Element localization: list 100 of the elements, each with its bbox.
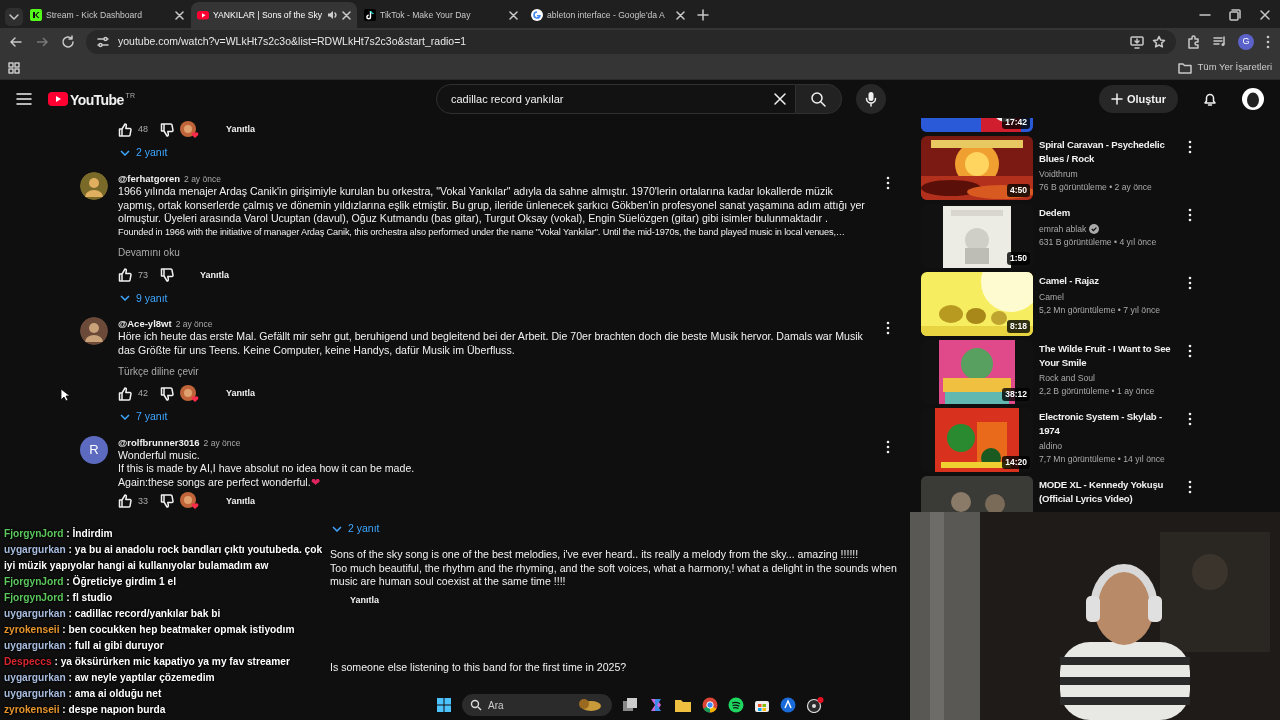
more-icon[interactable] xyxy=(1264,34,1272,50)
more-icon[interactable] xyxy=(1187,480,1193,494)
search-box[interactable]: cadillac record yankılar xyxy=(435,84,796,114)
like-count: 42 xyxy=(138,386,148,400)
reply-button[interactable]: Yanıtla xyxy=(194,267,236,284)
avatar-icon[interactable] xyxy=(80,172,108,200)
chevron-down-icon xyxy=(120,295,130,302)
puzzle-icon[interactable] xyxy=(1186,34,1202,50)
translate-link[interactable]: Türkçe diline çevir xyxy=(118,363,199,379)
dislike-icon[interactable] xyxy=(160,386,174,401)
video-meta: 5,2 Mn görüntüleme • 7 yıl önce xyxy=(1039,303,1161,317)
profile-avatar[interactable]: G xyxy=(1238,34,1254,50)
plus-icon xyxy=(1110,93,1123,105)
create-button[interactable]: Oluştur xyxy=(1098,85,1178,113)
video-title[interactable]: The Wilde Fruit - I Want to See Your Smile xyxy=(1039,342,1174,369)
speaker-icon[interactable] xyxy=(326,9,338,21)
close-icon[interactable] xyxy=(175,10,184,20)
comment-text: Wonderful music. xyxy=(118,448,201,463)
video-meta: 2,2 B görüntüleme • 1 ay önce xyxy=(1039,385,1156,398)
video-title[interactable]: Spiral Caravan - Psychedelic Blues / Rock xyxy=(1039,138,1174,165)
browser-tab[interactable]: Stream - Kick Dashboard xyxy=(24,2,190,28)
star-icon[interactable] xyxy=(1152,35,1166,49)
channel-name[interactable]: Camel xyxy=(1039,290,1064,304)
replies-toggle[interactable]: 2 yanıt xyxy=(330,518,380,540)
windows-icon[interactable] xyxy=(436,697,452,713)
read-more-link[interactable]: Devamını oku xyxy=(118,245,180,261)
comment-author[interactable]: @rolfbrunner3016 xyxy=(118,435,200,450)
search-field[interactable]: cadillac record yankılar xyxy=(448,89,773,109)
more-icon[interactable] xyxy=(1187,344,1193,358)
more-icon[interactable] xyxy=(1187,412,1193,426)
task-view-icon[interactable] xyxy=(622,697,638,713)
channel-name[interactable]: emrah ablak xyxy=(1039,222,1087,236)
channel-name[interactable]: Rock and Soul xyxy=(1039,372,1095,385)
chat-message: FjorgynJord : Öğreticiye girdim 1 el xyxy=(4,574,178,589)
note-logo-icon xyxy=(364,9,376,21)
taskbar-search[interactable]: Ara xyxy=(462,694,612,716)
video-duration: 14:20 xyxy=(1002,456,1030,469)
more-icon[interactable] xyxy=(885,321,891,336)
reply-button[interactable]: Yanıtla xyxy=(220,385,262,402)
install-icon[interactable] xyxy=(1130,35,1144,49)
address-bar[interactable]: youtube.com/watch?v=WLkHt7s2c3o&list=RDWLkHt7s2c3o&start_radio=1 xyxy=(86,30,1176,54)
apps-grid-icon[interactable] xyxy=(8,61,20,74)
close-icon[interactable] xyxy=(509,10,518,20)
browser-tab[interactable]: ableton interface - Google'da A xyxy=(525,2,691,28)
browser-tab[interactable]: TikTok - Make Your Day xyxy=(358,2,524,28)
search-button[interactable] xyxy=(795,84,842,114)
dislike-icon[interactable] xyxy=(160,268,174,283)
mic-button[interactable] xyxy=(855,84,886,114)
video-duration: 17:42 xyxy=(1002,118,1030,129)
app-icon[interactable] xyxy=(780,697,796,713)
folder-icon[interactable] xyxy=(674,697,692,713)
replies-toggle[interactable]: 7 yanıt xyxy=(118,405,168,428)
more-icon[interactable] xyxy=(1187,140,1193,154)
comment-author[interactable]: @ferhatgoren xyxy=(118,172,181,187)
more-icon[interactable] xyxy=(1187,276,1193,290)
bell-icon[interactable] xyxy=(1202,91,1218,107)
recorder-icon[interactable] xyxy=(806,697,824,713)
channel-name[interactable]: Voidthrum xyxy=(1039,168,1078,181)
like-icon[interactable] xyxy=(118,494,132,509)
reply-button[interactable]: Yanıtla xyxy=(220,122,262,138)
browser-tab[interactable]: YANKILAR | Sons of the Sky xyxy=(191,2,357,28)
like-icon[interactable] xyxy=(118,386,132,401)
video-title[interactable]: Dedem xyxy=(1039,206,1174,220)
back-icon[interactable] xyxy=(8,34,24,50)
avatar[interactable]: R xyxy=(80,435,108,464)
dislike-icon[interactable] xyxy=(160,123,174,137)
replies-toggle[interactable]: 9 yanıt xyxy=(118,287,168,310)
like-count: 48 xyxy=(138,123,148,137)
menu-icon[interactable] xyxy=(16,92,32,106)
video-title[interactable]: Camel - Rajaz xyxy=(1039,274,1174,288)
avatar-icon[interactable] xyxy=(80,317,108,346)
channel-name[interactable]: aldino xyxy=(1039,440,1062,453)
close-icon[interactable] xyxy=(342,10,351,20)
chat-message: FjorgynJord : fl studio xyxy=(4,591,114,605)
chat-message: uygargurkan : ama ai olduğu net xyxy=(4,687,163,701)
dislike-icon[interactable] xyxy=(160,494,174,509)
more-icon[interactable] xyxy=(885,439,891,454)
video-title[interactable]: MODE XL - Kennedy Yokuşu (Official Lyrics Video) xyxy=(1039,478,1174,505)
more-icon[interactable] xyxy=(1187,208,1193,222)
reply-button[interactable]: Yanıtla xyxy=(220,493,262,510)
like-icon[interactable] xyxy=(118,268,132,283)
tab-list-icon[interactable] xyxy=(4,6,24,28)
avatar-icon[interactable] xyxy=(1242,88,1264,110)
music-app-icon[interactable] xyxy=(728,697,744,713)
comment-time: 2 ay önce xyxy=(175,318,213,332)
video-title[interactable]: Electronic System - Skylab - 1974 xyxy=(1039,410,1174,437)
replies-toggle[interactable]: 2 yanıt xyxy=(118,142,168,164)
comment-author[interactable]: @Ace-yl8wt xyxy=(118,317,172,332)
reply-button[interactable]: Yanıtla xyxy=(344,593,385,609)
more-icon[interactable] xyxy=(885,176,891,190)
reload-icon[interactable] xyxy=(60,34,76,50)
bookmarks-button[interactable]: Tüm Yer İşaretleri xyxy=(1177,60,1272,75)
browser-icon[interactable] xyxy=(702,697,718,713)
clear-icon[interactable] xyxy=(772,92,787,106)
site-settings-icon[interactable] xyxy=(96,35,110,49)
square-logo-icon xyxy=(30,9,42,21)
comment-time: 2 ay önce xyxy=(203,436,241,450)
close-icon[interactable] xyxy=(676,10,685,20)
chat-message: Despeccs : ya öksürürken mic kapatiyo ya my fav streamer xyxy=(4,655,291,669)
like-icon[interactable] xyxy=(118,123,132,137)
